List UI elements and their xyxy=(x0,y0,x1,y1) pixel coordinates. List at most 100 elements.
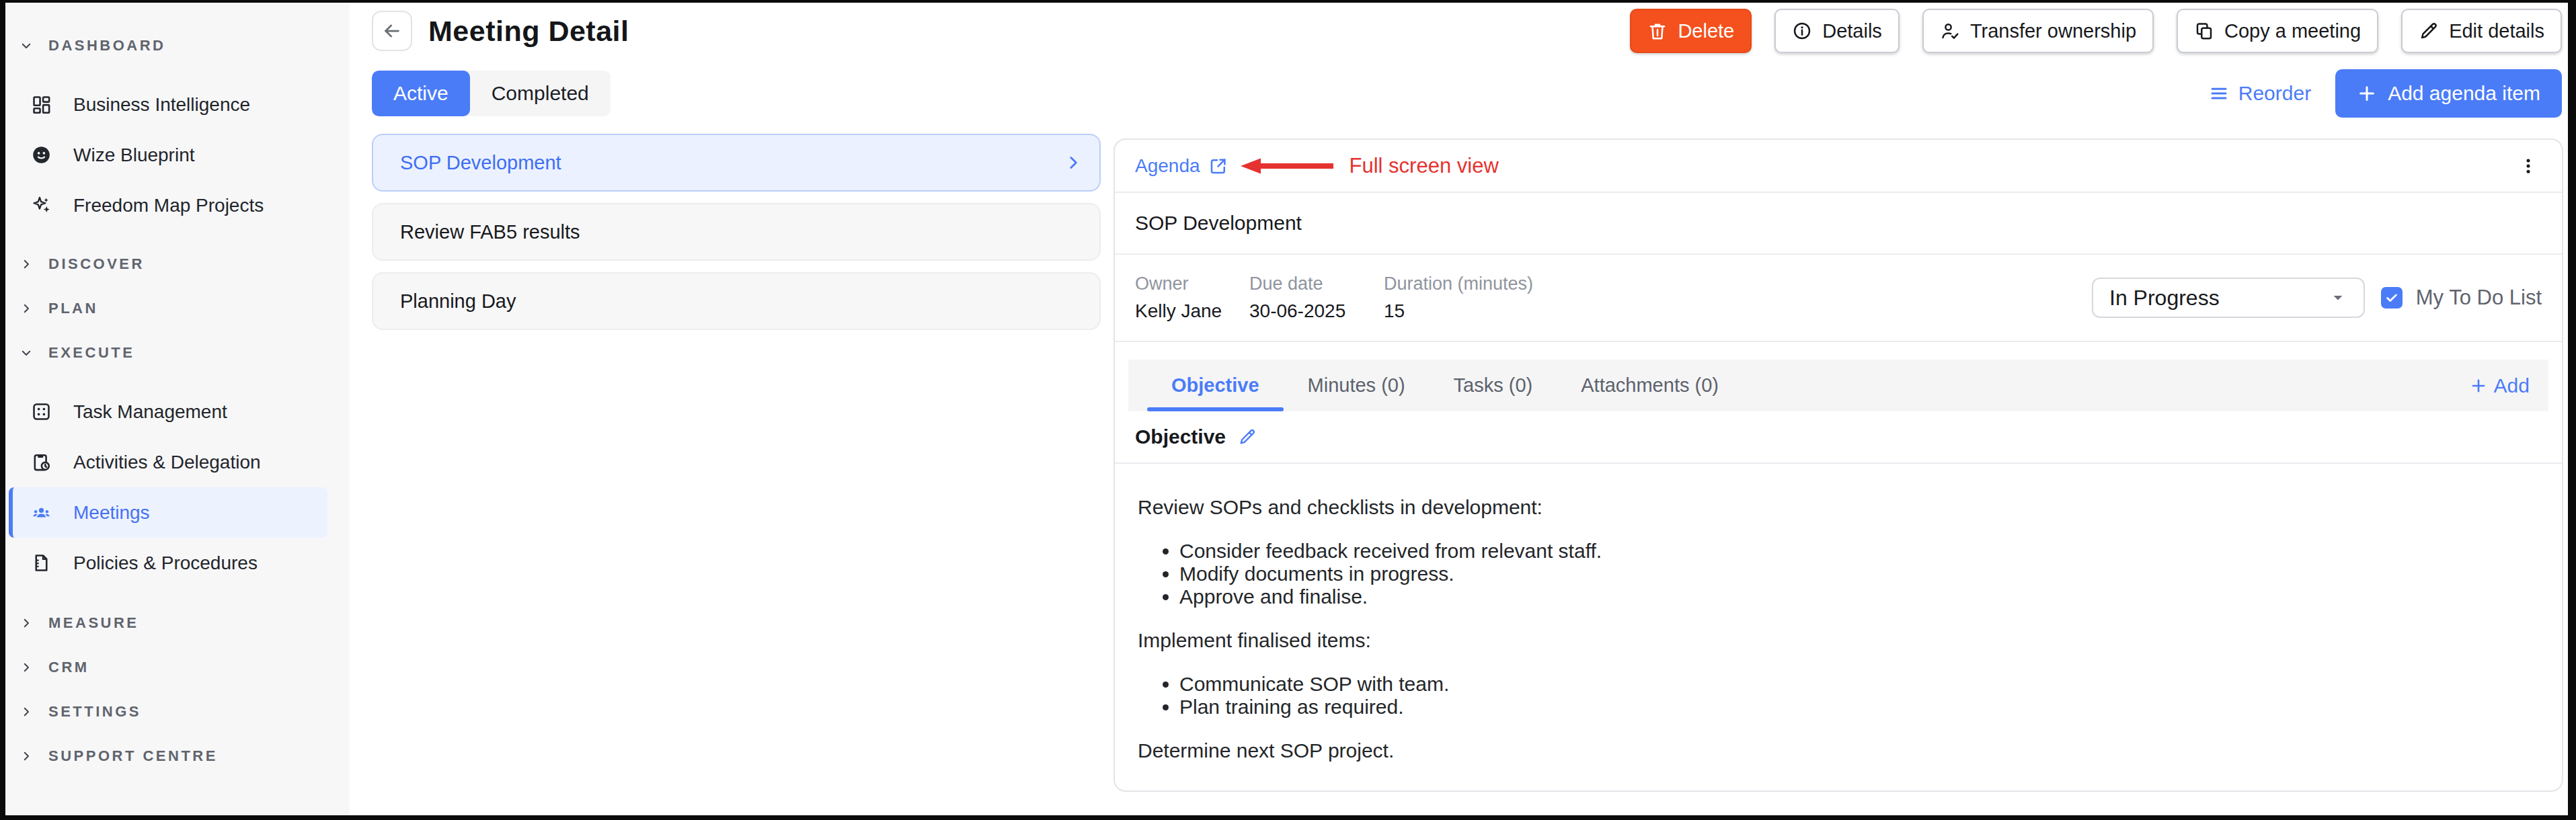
my-todo-checkbox[interactable]: My To Do List xyxy=(2381,286,2542,310)
agenda-list-item-review-fab5[interactable]: Review FAB5 results xyxy=(372,203,1101,261)
tab-completed[interactable]: Completed xyxy=(470,71,611,116)
sidebar-item-wize-blueprint[interactable]: Wize Blueprint xyxy=(5,130,350,180)
annotation-arrow xyxy=(1239,157,1333,175)
sidebar-section-label: SETTINGS xyxy=(48,703,141,721)
toolbar-right: Reorder Add agenda item xyxy=(2209,69,2562,118)
chevron-right-icon xyxy=(20,617,32,629)
kebab-menu-button[interactable] xyxy=(2515,153,2542,179)
reorder-link[interactable]: Reorder xyxy=(2209,82,2311,105)
sidebar-section-measure[interactable]: MEASURE xyxy=(5,601,350,645)
sidebar-section-label: MEASURE xyxy=(48,614,139,632)
agenda-meta-row: Owner Kelly Jane Due date 30-06-2025 Dur… xyxy=(1115,255,2562,342)
annotation-text: Full screen view xyxy=(1350,154,1499,178)
sidebar-item-meetings[interactable]: Meetings xyxy=(9,487,327,538)
agenda-link[interactable]: Agenda xyxy=(1135,155,1228,177)
agenda-card-header: Agenda Full screen view xyxy=(1115,140,2562,193)
sidebar-item-activities-delegation[interactable]: Activities & Delegation xyxy=(5,437,350,487)
sidebar-section-support-centre[interactable]: SUPPORT CENTRE xyxy=(5,734,350,778)
field-owner: Owner Kelly Jane xyxy=(1135,274,1249,322)
sparkles-icon xyxy=(31,195,52,216)
sidebar-section-label: PLAN xyxy=(48,300,98,317)
page-header: Meeting Detail Delete Details Transfer o… xyxy=(372,8,2562,54)
sidebar-item-freedom-map-projects[interactable]: Freedom Map Projects xyxy=(5,180,350,231)
sidebar-section-label: DISCOVER xyxy=(48,255,145,273)
sidebar-section-label: CRM xyxy=(48,659,89,676)
chevron-right-icon xyxy=(20,706,32,718)
add-agenda-item-button[interactable]: Add agenda item xyxy=(2335,69,2562,118)
add-link[interactable]: Add xyxy=(2470,360,2530,411)
objective-list: Communicate SOP with team. Plan training… xyxy=(1138,673,2539,719)
objective-header: Objective xyxy=(1115,411,2562,464)
objective-paragraph: Implement finalised items: xyxy=(1138,628,2539,653)
info-icon xyxy=(1792,21,1812,41)
list-toolbar: Active Completed Reorder Add agenda item xyxy=(372,67,2562,120)
sidebar-item-task-management[interactable]: Task Management xyxy=(5,386,350,437)
plus-icon xyxy=(2470,377,2487,395)
sidebar-section-settings[interactable]: SETTINGS xyxy=(5,690,350,734)
objective-content: Review SOPs and checklists in developmen… xyxy=(1115,464,2562,783)
sidebar-item-label: Business Intelligence xyxy=(73,94,250,116)
agenda-detail-card: Agenda Full screen view SOP Development … xyxy=(1114,138,2563,792)
sidebar-item-business-intelligence[interactable]: Business Intelligence xyxy=(5,79,350,130)
page-title: Meeting Detail xyxy=(428,15,629,48)
objective-paragraph: Review SOPs and checklists in developmen… xyxy=(1138,495,2539,520)
sidebar-section-label: DASHBOARD xyxy=(48,37,166,54)
objective-list: Consider feedback received from relevant… xyxy=(1138,540,2539,608)
tab-active[interactable]: Active xyxy=(372,71,470,116)
plus-icon xyxy=(2357,83,2377,104)
details-button[interactable]: Details xyxy=(1774,9,1900,53)
clipboard-clock-icon xyxy=(31,452,52,473)
main-content: Meeting Detail Delete Details Transfer o… xyxy=(350,3,2568,815)
arrow-left-icon xyxy=(382,21,402,41)
tab-tasks[interactable]: Tasks (0) xyxy=(1430,360,1557,411)
chevron-right-icon xyxy=(20,258,32,270)
agenda-list-item-planning-day[interactable]: Planning Day xyxy=(372,272,1101,330)
sidebar-section-label: SUPPORT CENTRE xyxy=(48,747,218,765)
sidebar-item-label: Meetings xyxy=(73,502,150,524)
chevron-right-icon xyxy=(20,661,32,673)
copy-meeting-button[interactable]: Copy a meeting xyxy=(2177,9,2378,53)
chevron-right-icon xyxy=(20,750,32,762)
sidebar-section-dashboard[interactable]: DASHBOARD xyxy=(5,24,350,68)
sidebar-group-execute: Task Management Activities & Delegation … xyxy=(5,386,350,588)
sidebar-item-label: Policies & Procedures xyxy=(73,552,258,574)
objective-paragraph: Determine next SOP project. xyxy=(1138,739,2539,763)
sidebar-section-plan[interactable]: PLAN xyxy=(5,286,350,331)
header-actions: Delete Details Transfer ownership Copy a… xyxy=(1630,9,2562,53)
dashboard-grid-icon xyxy=(31,94,52,115)
pencil-icon xyxy=(2419,21,2439,41)
external-link-icon xyxy=(1208,156,1228,176)
checkbox-checked xyxy=(2381,287,2403,309)
task-grid-icon xyxy=(31,401,52,422)
detail-tabbar: Objective Minutes (0) Tasks (0) Attachme… xyxy=(1128,360,2548,411)
sidebar-item-policies-procedures[interactable]: Policies & Procedures xyxy=(5,538,350,588)
agenda-list-item-sop-development[interactable]: SOP Development xyxy=(372,134,1101,192)
sidebar-item-label: Wize Blueprint xyxy=(73,145,195,166)
sidebar-section-crm[interactable]: CRM xyxy=(5,645,350,690)
status-filter-toggle: Active Completed xyxy=(372,71,611,116)
transfer-ownership-button[interactable]: Transfer ownership xyxy=(1922,9,2154,53)
sidebar: DASHBOARD Business Intelligence Wize Blu… xyxy=(5,3,350,815)
reorder-icon xyxy=(2209,83,2229,104)
status-dropdown[interactable]: In Progress xyxy=(2092,278,2365,318)
chevron-right-icon xyxy=(20,302,32,315)
copy-icon xyxy=(2194,21,2214,41)
tab-attachments[interactable]: Attachments (0) xyxy=(1557,360,1743,411)
sidebar-section-discover[interactable]: DISCOVER xyxy=(5,242,350,286)
check-icon xyxy=(2384,290,2399,305)
face-icon xyxy=(31,145,52,165)
field-due-date: Due date 30-06-2025 xyxy=(1249,274,1384,322)
back-button[interactable] xyxy=(372,11,412,51)
edit-pencil-icon[interactable] xyxy=(1238,427,1257,446)
app-window: DASHBOARD Business Intelligence Wize Blu… xyxy=(5,3,2568,815)
people-icon xyxy=(31,502,52,523)
edit-details-button[interactable]: Edit details xyxy=(2401,9,2562,53)
person-check-icon xyxy=(1940,21,1960,41)
field-duration: Duration (minutes) 15 xyxy=(1384,274,1533,322)
tab-minutes[interactable]: Minutes (0) xyxy=(1284,360,1430,411)
sidebar-section-execute[interactable]: EXECUTE xyxy=(5,331,350,375)
sidebar-item-label: Freedom Map Projects xyxy=(73,195,264,216)
agenda-item-list: SOP Development Review FAB5 results Plan… xyxy=(372,134,1101,330)
tab-objective[interactable]: Objective xyxy=(1147,360,1284,411)
delete-button[interactable]: Delete xyxy=(1630,9,1752,53)
